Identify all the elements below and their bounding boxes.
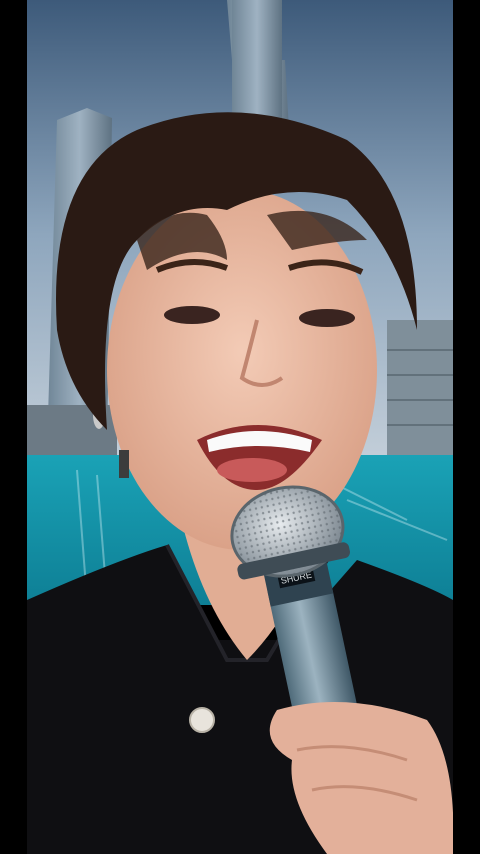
video-stage: SHURE bbox=[0, 0, 480, 854]
scene-illustration: SHURE bbox=[27, 0, 453, 854]
shirt-button bbox=[189, 707, 215, 733]
earring-dangle bbox=[119, 450, 129, 478]
letterbox-left bbox=[0, 0, 27, 854]
letterbox-right bbox=[453, 0, 480, 854]
video-frame[interactable]: SHURE bbox=[27, 0, 453, 854]
